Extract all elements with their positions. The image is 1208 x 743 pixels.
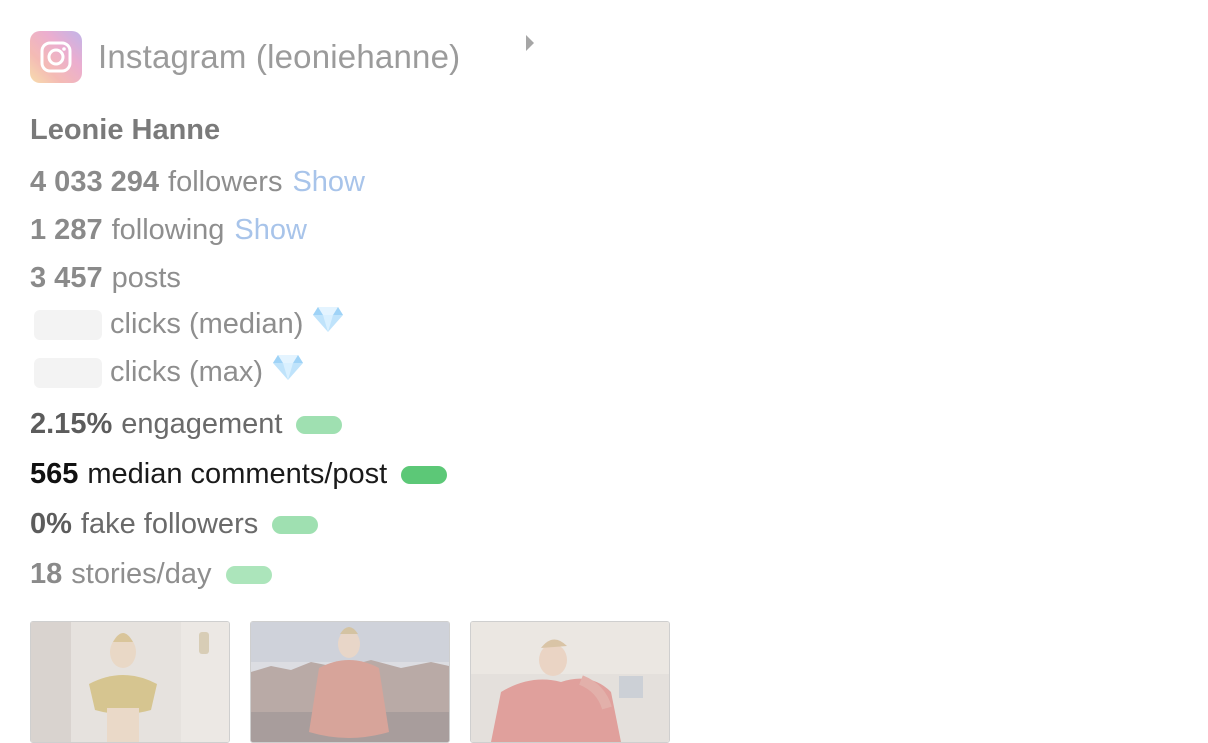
stories-value: 18 bbox=[30, 558, 63, 590]
posts-label: posts bbox=[111, 262, 181, 294]
recent-posts-thumbnails bbox=[30, 621, 670, 743]
followers-row: 4 033 294 followers Show bbox=[30, 166, 365, 199]
engagement-value: 2.15% bbox=[30, 408, 113, 440]
diamond-icon[interactable] bbox=[312, 305, 344, 333]
fake-followers-rating-indicator bbox=[272, 515, 319, 534]
clicks-max-row: clicks (max) bbox=[30, 353, 304, 389]
engagement-rating-indicator bbox=[296, 415, 343, 434]
hidden-value-placeholder bbox=[34, 309, 102, 340]
post-thumbnail-1[interactable] bbox=[30, 621, 230, 743]
posts-row: 3 457 posts bbox=[30, 262, 181, 295]
caret-right-icon[interactable] bbox=[526, 35, 534, 51]
following-row: 1 287 following Show bbox=[30, 214, 307, 247]
median-comments-label: median comments/post bbox=[87, 458, 388, 490]
median-comments-row: 565 median comments/post bbox=[30, 458, 448, 491]
post-thumbnail-3[interactable] bbox=[470, 621, 670, 743]
comments-rating-indicator bbox=[401, 465, 448, 484]
post-thumbnail-2[interactable] bbox=[250, 621, 450, 743]
fake-followers-value: 0% bbox=[30, 508, 72, 540]
stories-label: stories/day bbox=[71, 558, 212, 590]
account-title: Instagram (leoniehanne) bbox=[98, 38, 461, 75]
hidden-value-placeholder bbox=[34, 357, 102, 388]
followers-count: 4 033 294 bbox=[30, 166, 160, 198]
followers-label: followers bbox=[168, 166, 283, 198]
stories-row: 18 stories/day bbox=[30, 558, 272, 591]
clicks-median-row: clicks (median) bbox=[30, 305, 344, 341]
fake-followers-label: fake followers bbox=[80, 508, 259, 540]
following-count: 1 287 bbox=[30, 214, 103, 246]
engagement-row: 2.15% engagement bbox=[30, 408, 343, 441]
show-following-link[interactable]: Show bbox=[234, 214, 307, 247]
show-followers-link[interactable]: Show bbox=[292, 166, 365, 199]
stories-rating-indicator bbox=[225, 565, 272, 584]
diamond-icon[interactable] bbox=[272, 353, 304, 381]
clicks-max-label: clicks (max) bbox=[110, 356, 264, 388]
engagement-label: engagement bbox=[121, 408, 283, 440]
clicks-median-label: clicks (median) bbox=[110, 308, 304, 340]
instagram-account-header[interactable]: Instagram (leoniehanne) bbox=[30, 30, 534, 84]
median-comments-value: 565 bbox=[30, 458, 79, 490]
posts-count: 3 457 bbox=[30, 262, 103, 294]
instagram-icon bbox=[30, 31, 82, 83]
profile-name: Leonie Hanne bbox=[30, 114, 221, 146]
fake-followers-row: 0% fake followers bbox=[30, 508, 319, 541]
following-label: following bbox=[111, 214, 225, 246]
